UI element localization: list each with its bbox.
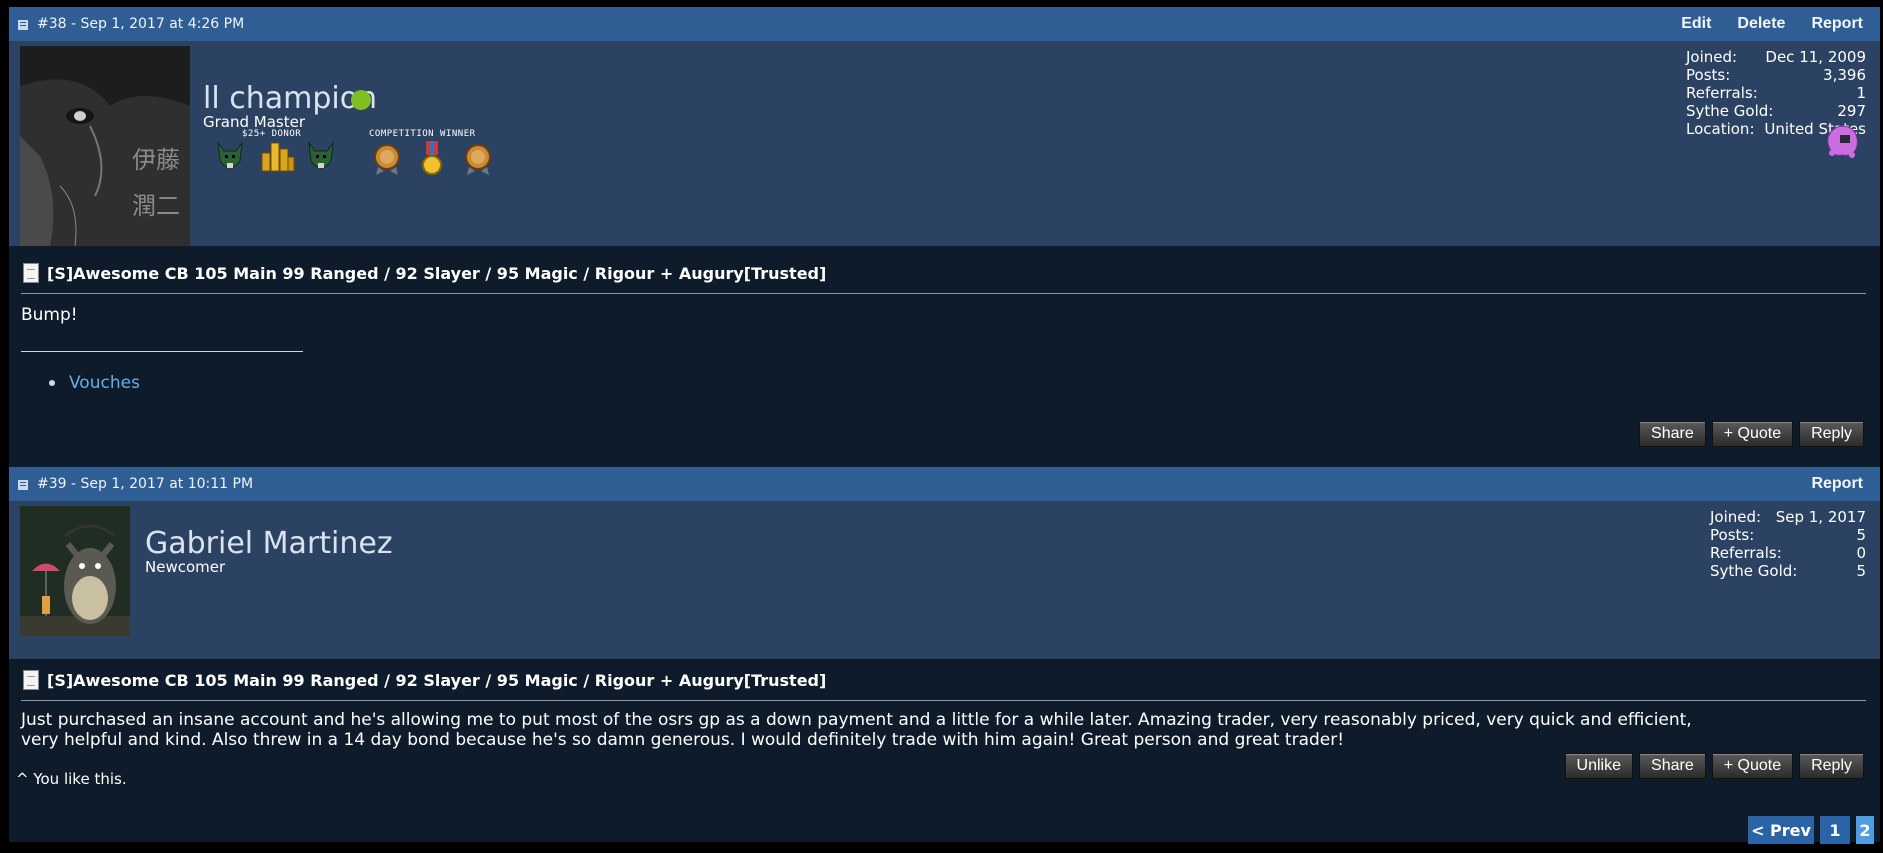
thread-title: [S]Awesome CB 105 Main 99 Ranged / 92 Sl…: [23, 263, 826, 283]
stat-label: Referrals:: [1686, 84, 1758, 102]
user-info-bar: Gabriel Martinez Newcomer Joined: Sep 1, …: [9, 501, 1880, 659]
stat-posts: Posts: 3,396: [1686, 66, 1866, 84]
stat-label: Sythe Gold:: [1710, 562, 1798, 580]
prev-page-button[interactable]: < Prev: [1748, 816, 1814, 844]
pagination: < Prev 1 2: [1748, 816, 1874, 844]
avatar-image: 伊藤 潤二: [20, 46, 190, 246]
page-2-current[interactable]: 2: [1856, 816, 1874, 844]
post-buttons: Unlike Share + Quote Reply: [1564, 753, 1864, 779]
stat-label: Sythe Gold:: [1686, 102, 1774, 120]
stat-value: 3,396: [1823, 66, 1866, 84]
username[interactable]: Gabriel Martinez: [145, 526, 393, 561]
stat-label: Posts:: [1686, 66, 1731, 84]
stat-label: Joined:: [1686, 48, 1738, 66]
signature-list-item: Vouches: [49, 373, 140, 393]
stat-label: Posts:: [1710, 526, 1755, 544]
user-info-bar: 伊藤 潤二 ll champion Grand Master $25+ DONO…: [9, 41, 1880, 246]
post-meta: #38 - Sep 1, 2017 at 4:26 PM: [37, 16, 245, 32]
post-icon: [18, 20, 28, 30]
thread-title-text: [S]Awesome CB 105 Main 99 Ranged / 92 Sl…: [47, 670, 827, 690]
post-actions: Edit Delete Report: [1681, 15, 1863, 33]
document-icon: [23, 263, 39, 283]
bullet-icon: [49, 380, 55, 386]
report-button[interactable]: Report: [1811, 475, 1863, 493]
gold-coins-icon: [261, 142, 295, 172]
thread-title-text: [S]Awesome CB 105 Main 99 Ranged / 92 Sl…: [47, 263, 827, 283]
avatar-image: [20, 506, 130, 636]
avatar[interactable]: 伊藤 潤二: [20, 46, 190, 246]
vouches-link[interactable]: Vouches: [69, 373, 140, 393]
online-status-icon: [351, 90, 371, 110]
stat-value: Sep 1, 2017: [1775, 508, 1866, 526]
stat-referrals: Referrals: 1: [1686, 84, 1866, 102]
pet-blob-icon: [1827, 125, 1858, 158]
post-icon: [18, 480, 28, 490]
edit-button[interactable]: Edit: [1681, 15, 1711, 33]
stat-sythe-gold: Sythe Gold: 5: [1710, 562, 1866, 580]
like-summary: ^ You like this.: [16, 770, 127, 788]
stat-joined: Joined: Sep 1, 2017: [1710, 508, 1866, 526]
stat-value: 1: [1856, 84, 1866, 102]
post-buttons: Share + Quote Reply: [1639, 421, 1864, 447]
unlike-button[interactable]: Unlike: [1564, 753, 1634, 779]
bronze-medal-icon: [374, 144, 400, 175]
report-button[interactable]: Report: [1811, 15, 1863, 33]
page-1-button[interactable]: 1: [1820, 816, 1850, 844]
thread-title: [S]Awesome CB 105 Main 99 Ranged / 92 Sl…: [23, 670, 826, 690]
stat-posts: Posts: 5: [1710, 526, 1866, 544]
divider: [21, 293, 1866, 294]
post-body-line: Just purchased an insane account and he'…: [21, 710, 1692, 730]
quote-button[interactable]: + Quote: [1711, 421, 1794, 447]
signature-divider: [21, 351, 303, 352]
post-header: #39 - Sep 1, 2017 at 10:11 PM Report: [9, 467, 1880, 501]
goblin-mask-icon: [308, 141, 334, 169]
post-39: #39 - Sep 1, 2017 at 10:11 PM Report Gab…: [9, 467, 1880, 850]
stat-joined: Joined: Dec 11, 2009: [1686, 48, 1866, 66]
post-body: Bump!: [21, 305, 78, 325]
post-meta: #39 - Sep 1, 2017 at 10:11 PM: [37, 476, 254, 492]
svg-text:伊藤: 伊藤: [132, 146, 180, 174]
user-stats: Joined: Sep 1, 2017 Posts: 5 Referrals: 0 S…: [1710, 508, 1866, 580]
divider: [21, 700, 1866, 701]
avatar[interactable]: [20, 506, 130, 636]
reply-button[interactable]: Reply: [1799, 421, 1864, 447]
stat-value: 297: [1837, 102, 1866, 120]
post-header: #38 - Sep 1, 2017 at 4:26 PM Edit Delete…: [9, 7, 1880, 41]
stat-value: 5: [1856, 562, 1866, 580]
svg-text:潤二: 潤二: [132, 192, 180, 220]
stat-label: Location:: [1686, 120, 1755, 138]
share-button[interactable]: Share: [1639, 421, 1706, 447]
reply-button[interactable]: Reply: [1799, 753, 1864, 779]
stat-label: Joined:: [1710, 508, 1762, 526]
competition-badge-label: COMPETITION WINNER: [369, 129, 476, 139]
goblin-mask-icon: [217, 141, 243, 169]
stat-value: Dec 11, 2009: [1765, 48, 1866, 66]
stat-value: 0: [1856, 544, 1866, 562]
post-actions: Report: [1811, 475, 1863, 493]
delete-button[interactable]: Delete: [1737, 15, 1785, 33]
post-body: Just purchased an insane account and he'…: [21, 710, 1692, 750]
stat-sythe-gold: Sythe Gold: 297: [1686, 102, 1866, 120]
post-38: #38 - Sep 1, 2017 at 4:26 PM Edit Delete…: [9, 7, 1880, 466]
stat-label: Referrals:: [1710, 544, 1782, 562]
post-body-line: very helpful and kind. Also threw in a 1…: [21, 730, 1345, 750]
user-title: Newcomer: [145, 558, 226, 576]
bronze-medal-icon: [465, 144, 491, 175]
stat-value: 5: [1856, 526, 1866, 544]
document-icon: [23, 670, 39, 690]
share-button[interactable]: Share: [1639, 753, 1706, 779]
thread-page: #38 - Sep 1, 2017 at 4:26 PM Edit Delete…: [9, 7, 1880, 844]
stat-referrals: Referrals: 0: [1710, 544, 1866, 562]
gold-medal-ribbon-icon: [422, 141, 442, 175]
quote-button[interactable]: + Quote: [1711, 753, 1794, 779]
